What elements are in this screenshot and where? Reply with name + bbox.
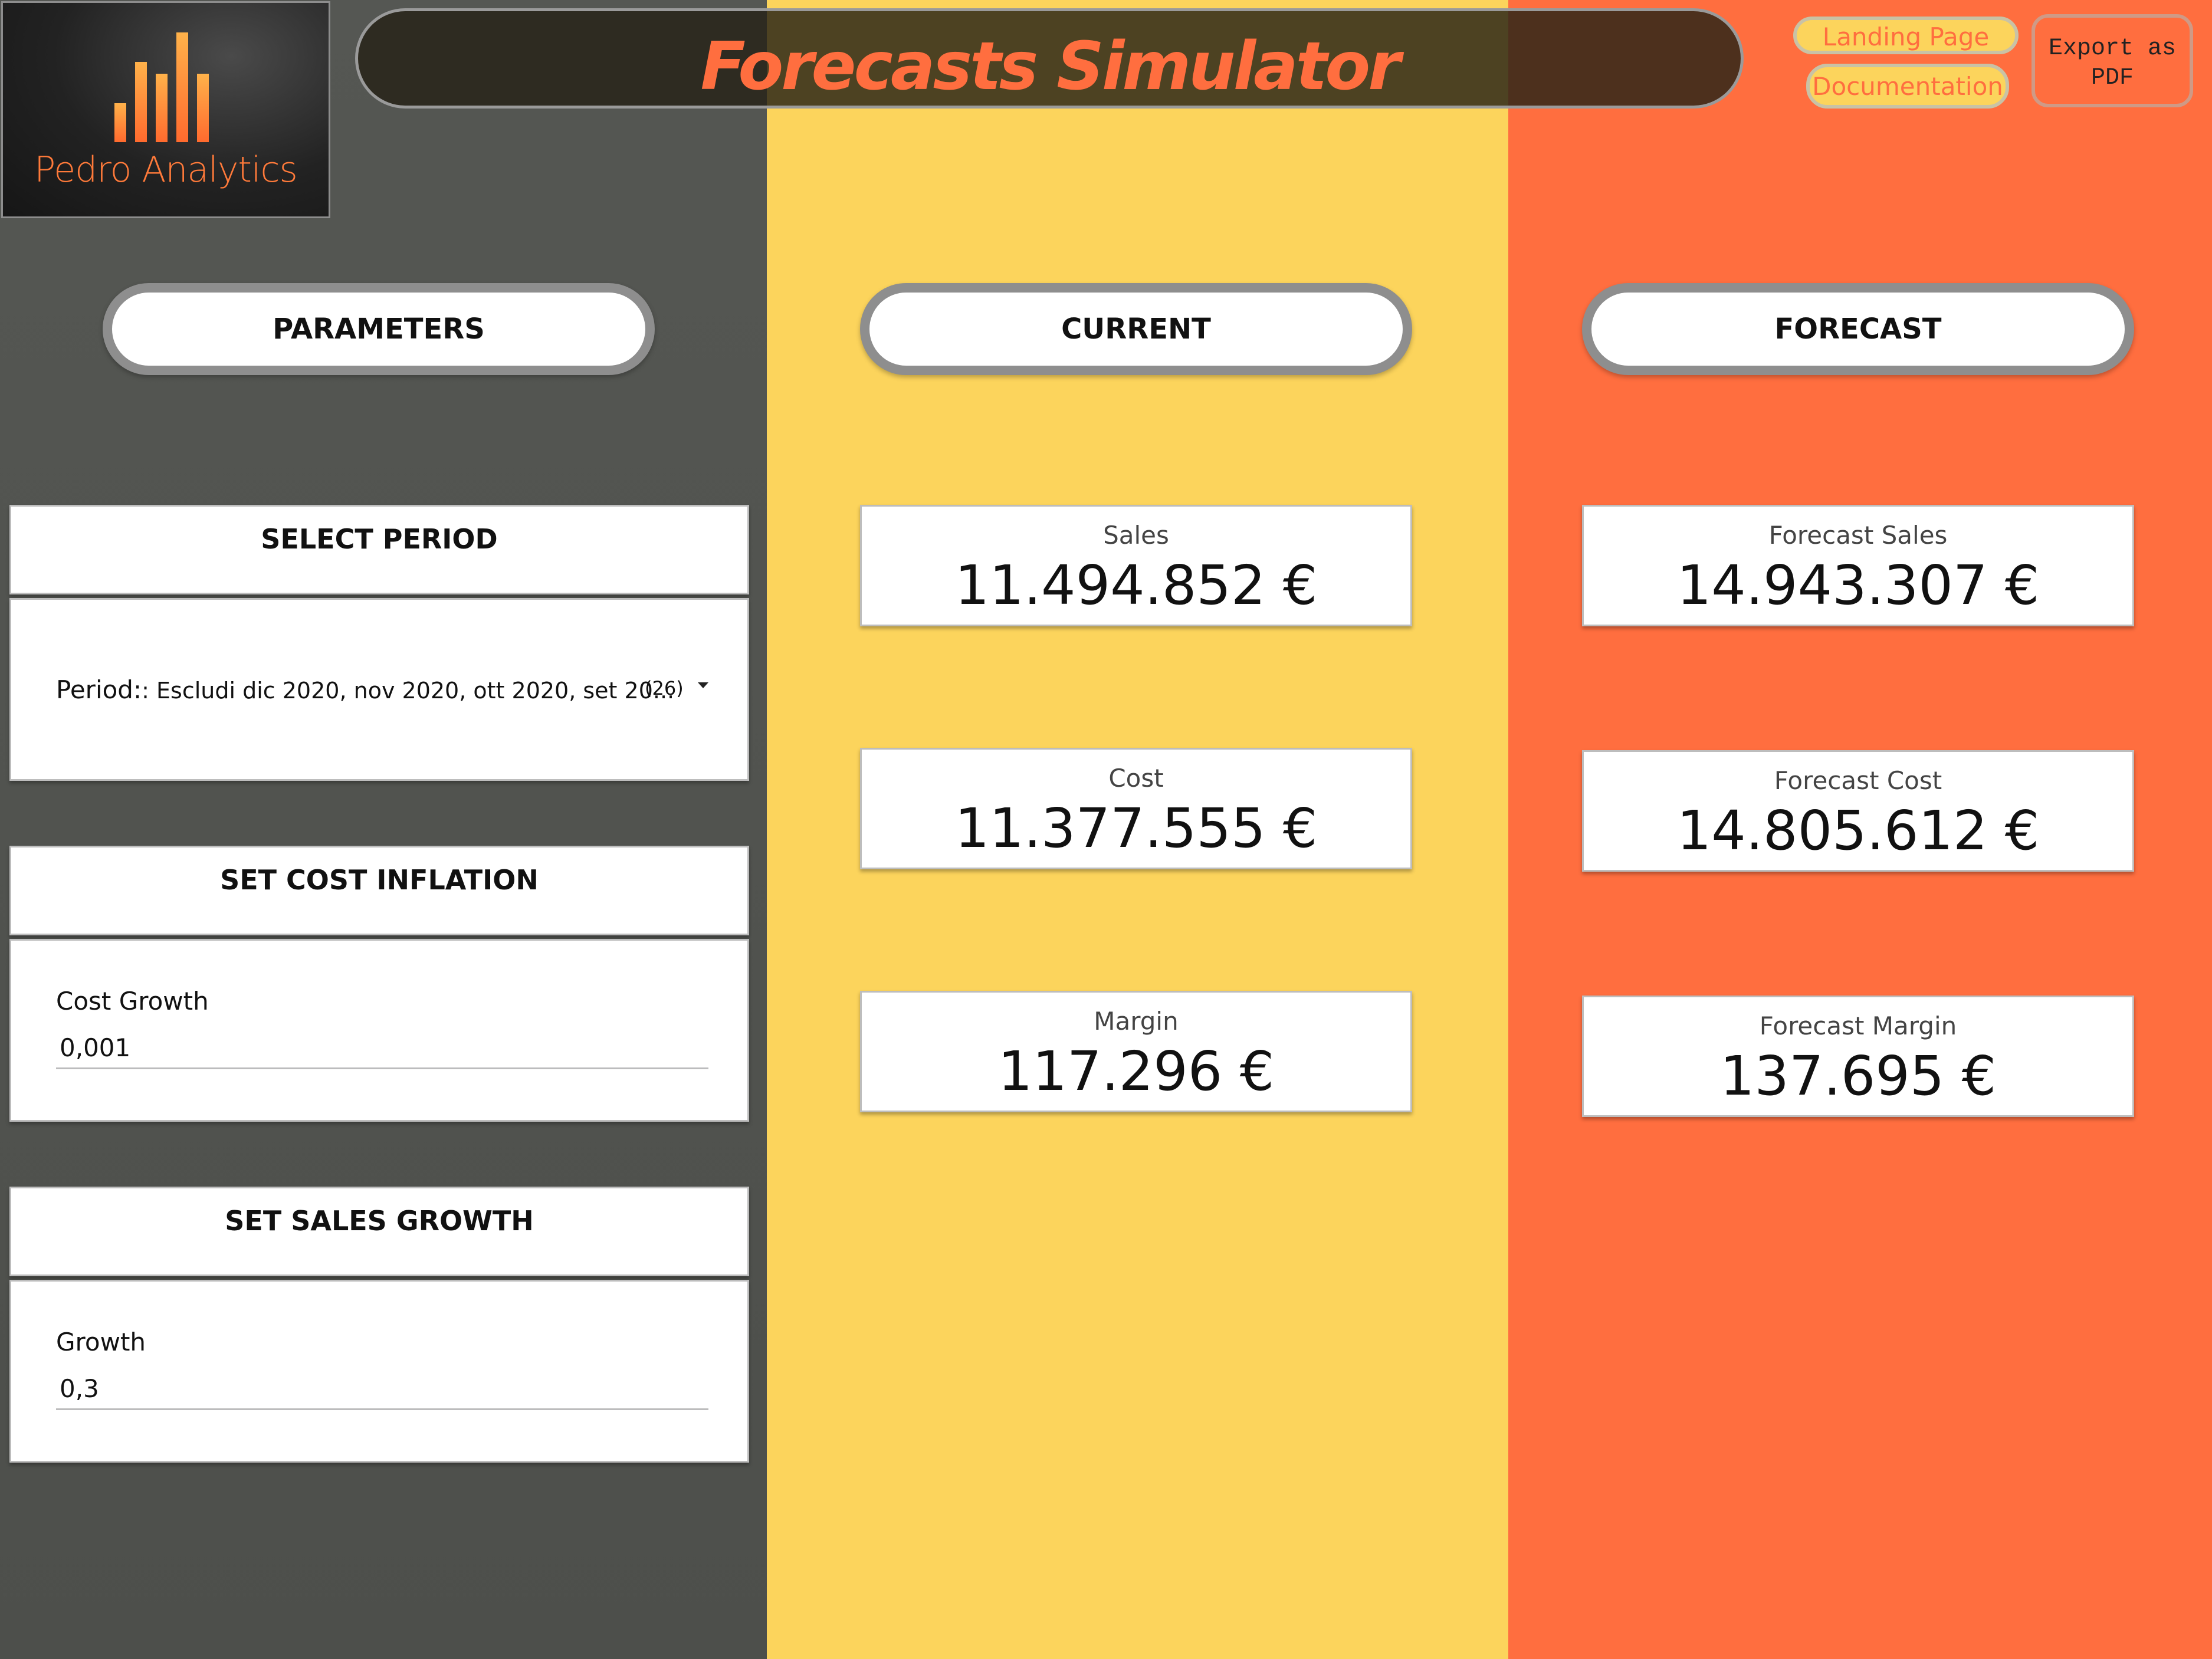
cost-scorecard: Cost 11.377.555 € bbox=[860, 748, 1412, 869]
cost-inflation-panel: Cost Growth bbox=[9, 939, 749, 1122]
page-title: Forecasts Simulator bbox=[700, 28, 1401, 105]
pedro-analytics-logo: Pedro Analytics bbox=[1, 1, 330, 218]
period-dropdown[interactable]: Period:: Escludi dic 2020, nov 2020, ott… bbox=[56, 675, 674, 704]
period-filter-panel: Period:: Escludi dic 2020, nov 2020, ott… bbox=[9, 598, 749, 781]
sales-value: 11.494.852 € bbox=[954, 554, 1318, 617]
select-period-heading: SELECT PERIOD bbox=[9, 505, 749, 594]
forecast-margin-scorecard: Forecast Margin 137.695 € bbox=[1582, 996, 2134, 1117]
sales-growth-heading: SET SALES GROWTH bbox=[9, 1187, 749, 1276]
chevron-down-icon[interactable] bbox=[698, 682, 708, 688]
margin-scorecard: Margin 117.296 € bbox=[860, 991, 1412, 1112]
growth-label: Growth bbox=[56, 1328, 146, 1356]
period-selection-count: (26) bbox=[645, 677, 684, 699]
forecast-header: FORECAST bbox=[1582, 283, 2134, 375]
forecast-sales-label: Forecast Sales bbox=[1768, 521, 1948, 550]
landing-page-button[interactable]: Landing Page bbox=[1793, 17, 2019, 54]
period-label: Period: bbox=[56, 675, 142, 704]
cost-inflation-heading: SET COST INFLATION bbox=[9, 846, 749, 935]
cost-label: Cost bbox=[1108, 764, 1164, 793]
cost-growth-label: Cost Growth bbox=[56, 987, 209, 1016]
cost-growth-input[interactable] bbox=[56, 1028, 708, 1069]
sales-growth-panel: Growth bbox=[9, 1280, 749, 1463]
documentation-button[interactable]: Documentation bbox=[1806, 64, 2009, 109]
forecast-margin-value: 137.695 € bbox=[1719, 1044, 1997, 1108]
logo-text: Pedro Analytics bbox=[34, 149, 298, 190]
forecast-sales-scorecard: Forecast Sales 14.943.307 € bbox=[1582, 505, 2134, 626]
sales-scorecard: Sales 11.494.852 € bbox=[860, 505, 1412, 626]
forecast-margin-label: Forecast Margin bbox=[1759, 1011, 1957, 1040]
forecast-cost-value: 14.805.612 € bbox=[1676, 799, 2040, 862]
forecast-cost-scorecard: Forecast Cost 14.805.612 € bbox=[1582, 750, 2134, 872]
sales-label: Sales bbox=[1103, 521, 1169, 550]
export-pdf-button[interactable]: Export as PDF bbox=[2032, 14, 2193, 107]
forecast-sales-value: 14.943.307 € bbox=[1676, 554, 2040, 617]
forecast-cost-label: Forecast Cost bbox=[1774, 766, 1942, 795]
current-header: CURRENT bbox=[860, 283, 1412, 375]
margin-label: Margin bbox=[1094, 1007, 1179, 1036]
cost-value: 11.377.555 € bbox=[954, 797, 1318, 860]
parameters-header: PARAMETERS bbox=[103, 283, 655, 375]
growth-input[interactable] bbox=[56, 1369, 708, 1410]
margin-value: 117.296 € bbox=[997, 1040, 1275, 1103]
period-selected-value: : Escludi dic 2020, nov 2020, ott 2020, … bbox=[142, 678, 675, 704]
title-bar: Forecasts Simulator bbox=[355, 8, 1744, 109]
